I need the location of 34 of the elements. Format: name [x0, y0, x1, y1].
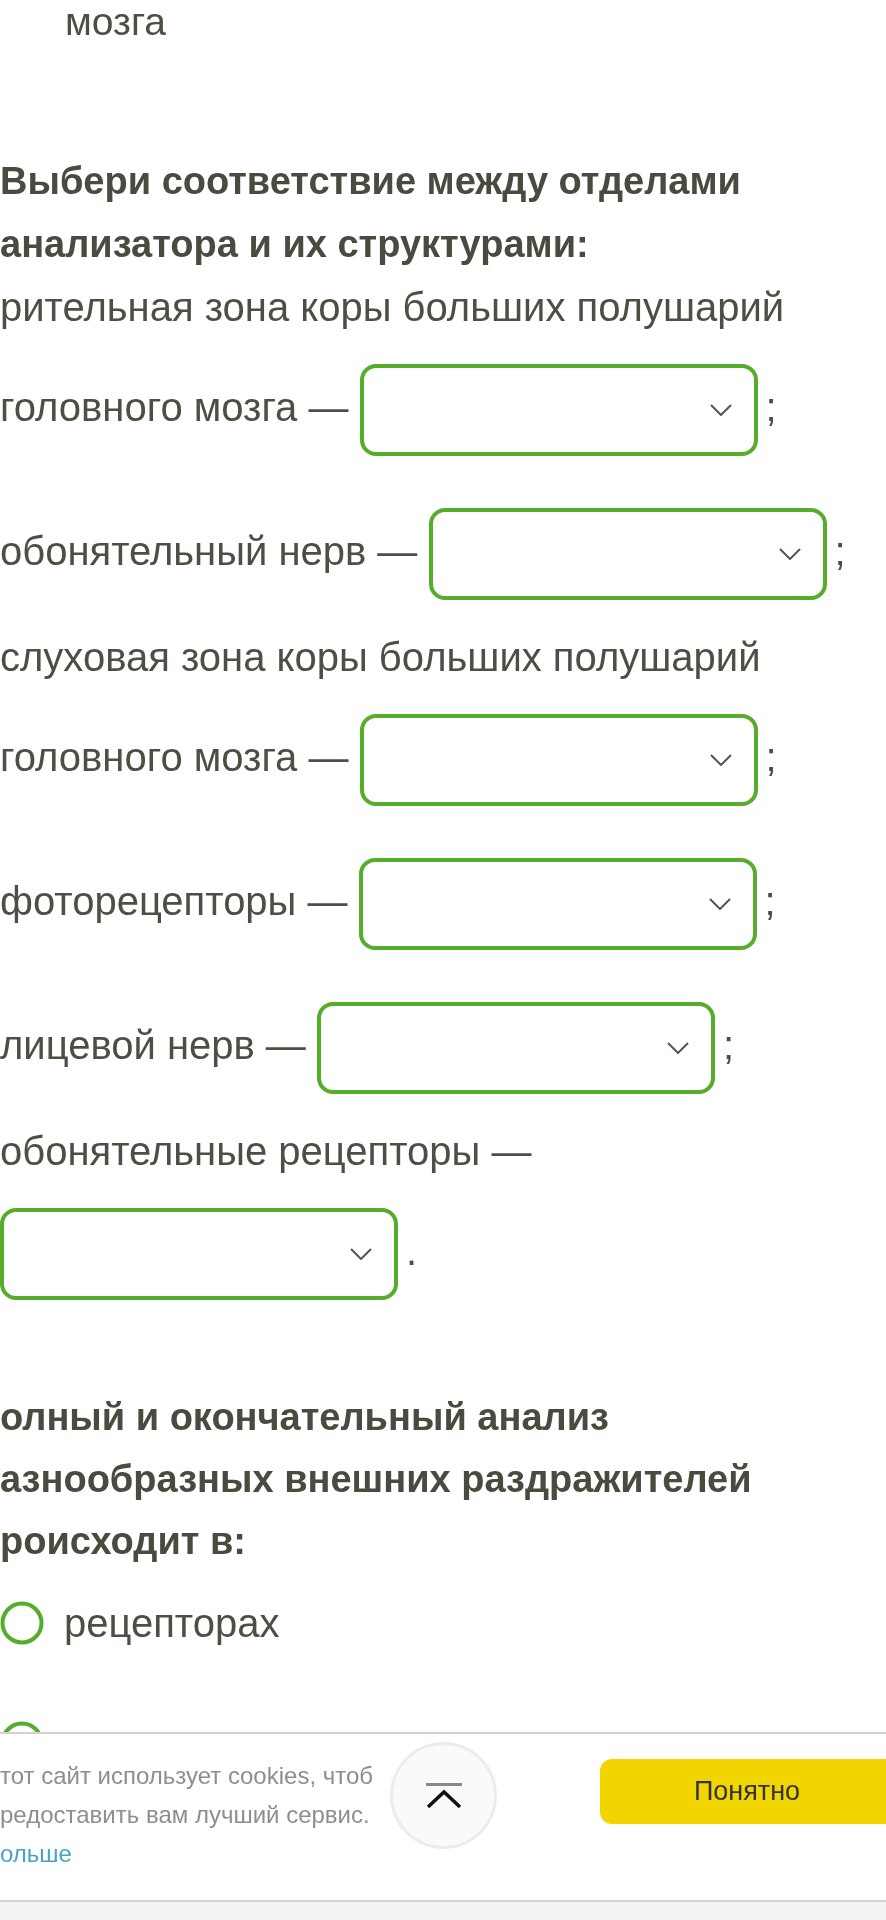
chevron-down-icon: [708, 898, 731, 910]
punctuation-text: ;: [765, 384, 777, 429]
cookie-notice-text: тот сайт использует cookies, чтоб редоставить вам лучший сервис. ольше: [0, 1761, 374, 1869]
punctuation-text: ;: [722, 1022, 735, 1067]
punctuation-text: ;: [764, 878, 776, 923]
statement-text: рительная зона коры больших полушарий: [0, 284, 785, 331]
accept-button[interactable]: Понятно: [600, 1759, 886, 1824]
statement-text: головного мозга —: [0, 384, 349, 429]
dropdown-field[interactable]: [316, 1002, 715, 1094]
statement-text: фоторецепторы —: [0, 878, 348, 923]
punctuation-text: ;: [765, 734, 777, 779]
dropdown-field[interactable]: [359, 364, 758, 456]
chevron-down-icon: [350, 1248, 372, 1260]
punctuation-text: .: [406, 1228, 418, 1273]
option-label: мозга: [64, 0, 167, 44]
option-label[interactable]: рецепторах: [64, 1592, 280, 1654]
punctuation-text: ;: [834, 528, 846, 573]
chevron-down-icon: [709, 754, 732, 766]
statement-text: лицевой нерв —: [0, 1022, 306, 1067]
chevron-down-icon: [709, 404, 732, 416]
dropdown-field[interactable]: [358, 858, 757, 950]
dropdown-field[interactable]: [359, 714, 758, 806]
question-title: олный и окончательный анализ азнообразных внешних раздражителей роисходит в:: [0, 1395, 753, 1564]
chevron-down-icon: [666, 1042, 689, 1054]
statement-text: обонятельный нерв —: [0, 528, 418, 573]
chevron-down-icon: [778, 548, 801, 560]
statement-text: обонятельные рецепторы —: [0, 1129, 532, 1173]
statement-text: слуховая зона коры больших полушарий: [0, 634, 761, 681]
radio-button[interactable]: [0, 1601, 44, 1645]
question-title: Выбери соответствие между отделами анализатора и их структурами:: [0, 159, 742, 267]
statement-text: головного мозга —: [0, 734, 349, 779]
dropdown-field[interactable]: [428, 508, 827, 600]
chevron-up-icon: [425, 1782, 462, 1809]
dropdown-field[interactable]: [0, 1208, 398, 1300]
